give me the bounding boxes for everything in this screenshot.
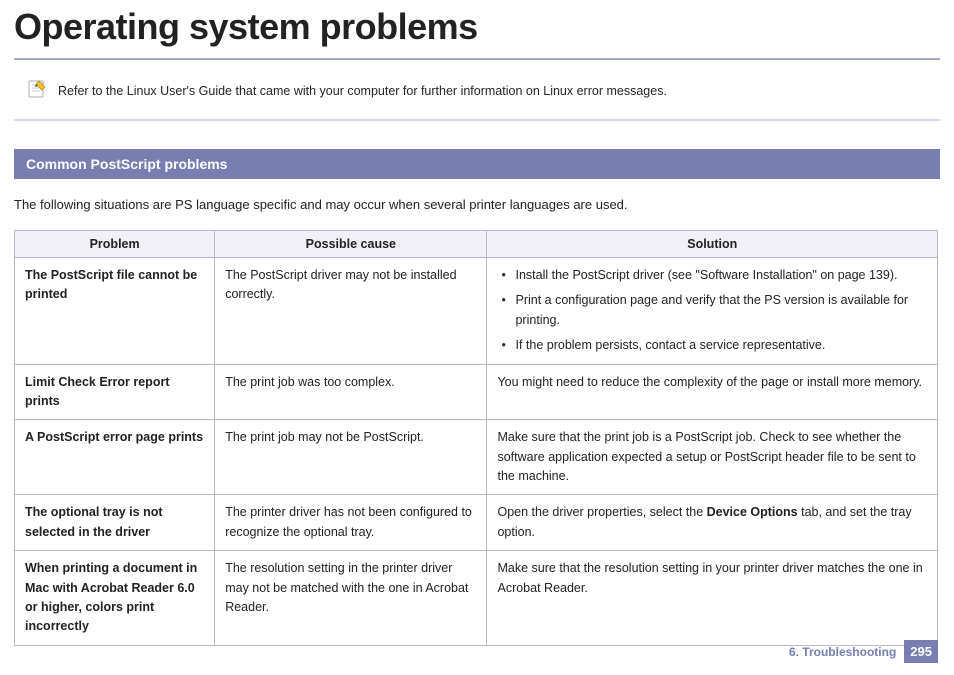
table-row: A PostScript error page prints The print… [15,420,938,495]
section-header: Common PostScript problems [14,149,940,179]
chapter-label: 6. Troubleshooting [789,645,896,659]
page-footer: 6. Troubleshooting 295 [789,640,938,663]
note-icon [26,78,48,103]
cell-problem: When printing a document in Mac with Acr… [15,551,215,646]
cell-problem: The PostScript file cannot be printed [15,258,215,365]
note-text: Refer to the Linux User's Guide that cam… [58,84,667,98]
col-solution: Solution [487,231,938,258]
section-intro: The following situations are PS language… [0,197,954,230]
col-problem: Problem [15,231,215,258]
cell-problem: A PostScript error page prints [15,420,215,495]
table-row: When printing a document in Mac with Acr… [15,551,938,646]
page-title: Operating system problems [0,0,954,58]
page-number: 295 [904,640,938,663]
cell-cause: The resolution setting in the printer dr… [215,551,487,646]
cell-cause: The print job may not be PostScript. [215,420,487,495]
table-header-row: Problem Possible cause Solution [15,231,938,258]
cell-solution: You might need to reduce the complexity … [487,364,938,420]
solution-item: Print a configuration page and verify th… [501,291,927,330]
cell-problem: The optional tray is not selected in the… [15,495,215,551]
cell-solution: Make sure that the print job is a PostSc… [487,420,938,495]
col-cause: Possible cause [215,231,487,258]
cell-cause: The PostScript driver may not be install… [215,258,487,365]
cell-solution: Make sure that the resolution setting in… [487,551,938,646]
cell-solution: Install the PostScript driver (see "Soft… [487,258,938,365]
note-box: Refer to the Linux User's Guide that cam… [0,60,954,119]
table-row: The optional tray is not selected in the… [15,495,938,551]
problems-table: Problem Possible cause Solution The Post… [14,230,938,646]
cell-problem: Limit Check Error report prints [15,364,215,420]
solution-bold: Device Options [707,505,798,519]
table-row: Limit Check Error report prints The prin… [15,364,938,420]
table-row: The PostScript file cannot be printed Th… [15,258,938,365]
solution-item: Install the PostScript driver (see "Soft… [501,266,927,285]
cell-cause: The printer driver has not been configur… [215,495,487,551]
solution-item: If the problem persists, contact a servi… [501,336,927,355]
cell-solution: Open the driver properties, select the D… [487,495,938,551]
cell-cause: The print job was too complex. [215,364,487,420]
note-divider [14,119,940,121]
solution-text: Open the driver properties, select the [497,505,706,519]
